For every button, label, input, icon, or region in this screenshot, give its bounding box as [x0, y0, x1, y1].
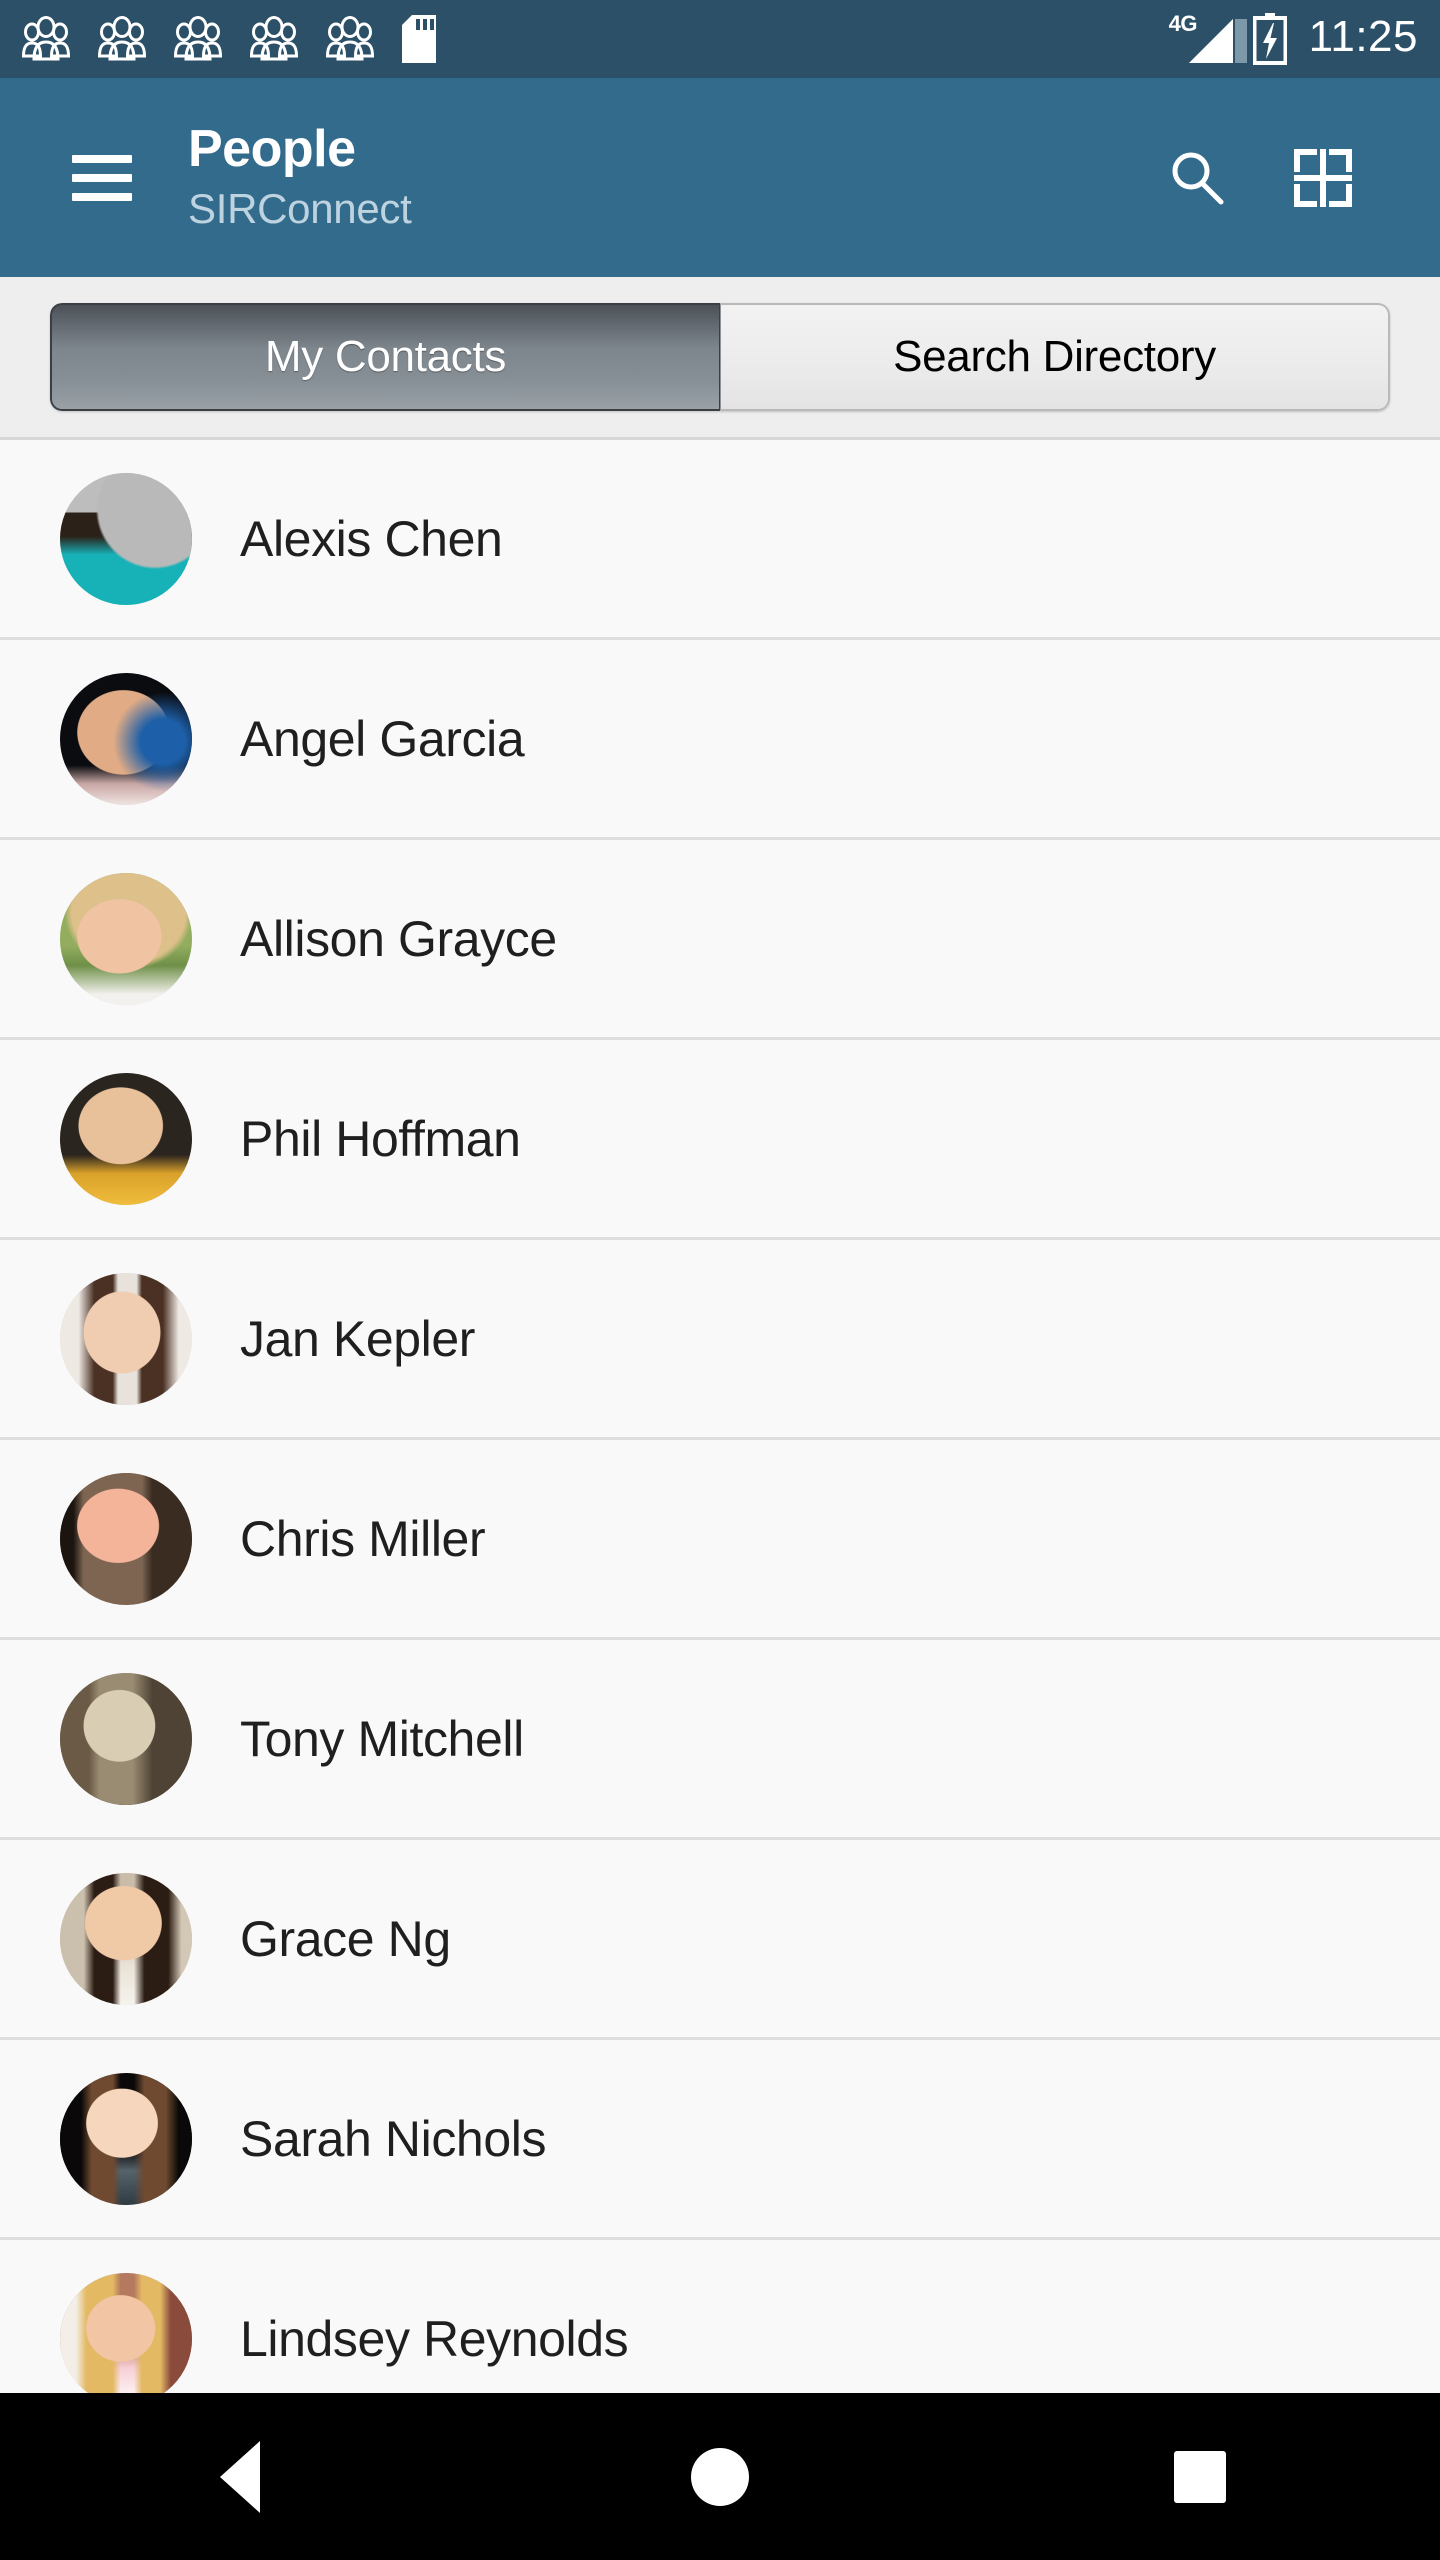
- list-item[interactable]: Jan Kepler: [0, 1240, 1440, 1440]
- status-notification-icons: [22, 15, 1171, 63]
- home-circle-icon[interactable]: [630, 2393, 810, 2560]
- list-item[interactable]: Allison Grayce: [0, 840, 1440, 1040]
- status-system-icons: 4G 11:25: [1169, 11, 1418, 65]
- tab-my-contacts[interactable]: My Contacts: [50, 303, 720, 411]
- app-bar-actions: [1164, 145, 1356, 211]
- list-item[interactable]: Chris Miller: [0, 1440, 1440, 1640]
- contact-name: Phil Hoffman: [240, 1110, 521, 1167]
- contact-list[interactable]: Alexis Chen Angel Garcia Allison Grayce …: [0, 440, 1440, 2393]
- battery-charging-icon: [1252, 13, 1287, 65]
- people-group-icon: [22, 16, 70, 61]
- contact-name: Angel Garcia: [240, 710, 525, 767]
- search-icon[interactable]: [1164, 145, 1230, 211]
- contact-name: Grace Ng: [240, 1910, 451, 1967]
- list-item[interactable]: Grace Ng: [0, 1840, 1440, 2040]
- people-group-icon: [98, 16, 146, 61]
- contact-name: Allison Grayce: [240, 910, 557, 967]
- list-item[interactable]: Tony Mitchell: [0, 1640, 1440, 1840]
- hamburger-menu-icon[interactable]: [72, 154, 132, 201]
- tab-search-directory[interactable]: Search Directory: [720, 303, 1390, 411]
- status-clock: 11:25: [1308, 12, 1418, 61]
- avatar: [60, 1872, 192, 2005]
- contact-name: Chris Miller: [240, 1510, 486, 1567]
- app-bar-titles: People SIRConnect: [188, 122, 1164, 233]
- list-item[interactable]: Alexis Chen: [0, 440, 1440, 640]
- people-group-icon: [326, 16, 374, 61]
- avatar: [60, 472, 192, 605]
- people-group-icon: [174, 16, 222, 61]
- avatar: [60, 1272, 192, 1405]
- contact-name: Sarah Nichols: [240, 2110, 547, 2167]
- recents-square-icon[interactable]: [1110, 2393, 1290, 2560]
- list-item[interactable]: Angel Garcia: [0, 640, 1440, 840]
- list-item[interactable]: Phil Hoffman: [0, 1040, 1440, 1240]
- page-subtitle: SIRConnect: [188, 184, 412, 232]
- contact-name: Jan Kepler: [240, 1310, 476, 1367]
- contact-name: Lindsey Reynolds: [240, 2310, 629, 2367]
- avatar: [60, 2072, 192, 2205]
- avatar: [60, 2272, 192, 2393]
- android-nav-bar: [0, 2393, 1440, 2560]
- add-grid-icon[interactable]: [1290, 145, 1356, 211]
- signal-bars-icon: 4G: [1169, 11, 1247, 65]
- status-bar: 4G 11:25: [0, 0, 1440, 78]
- sd-card-icon: [402, 15, 436, 63]
- contact-name: Alexis Chen: [240, 510, 503, 567]
- phone-screen: 4G 11:25 People SIRConnect My Contacts S…: [0, 0, 1440, 2560]
- contact-name: Tony Mitchell: [240, 1710, 524, 1767]
- avatar: [60, 672, 192, 805]
- page-title: People: [188, 120, 356, 179]
- list-item[interactable]: Lindsey Reynolds: [0, 2240, 1440, 2393]
- tab-bar: My Contacts Search Directory: [0, 277, 1440, 440]
- back-triangle-icon[interactable]: [150, 2393, 330, 2560]
- avatar: [60, 872, 192, 1005]
- people-group-icon: [250, 16, 298, 61]
- segmented-control: My Contacts Search Directory: [50, 303, 1390, 411]
- avatar: [60, 1472, 192, 1605]
- list-item[interactable]: Sarah Nichols: [0, 2040, 1440, 2240]
- avatar: [60, 1072, 192, 1205]
- avatar: [60, 1672, 192, 1805]
- app-bar: People SIRConnect: [0, 78, 1440, 277]
